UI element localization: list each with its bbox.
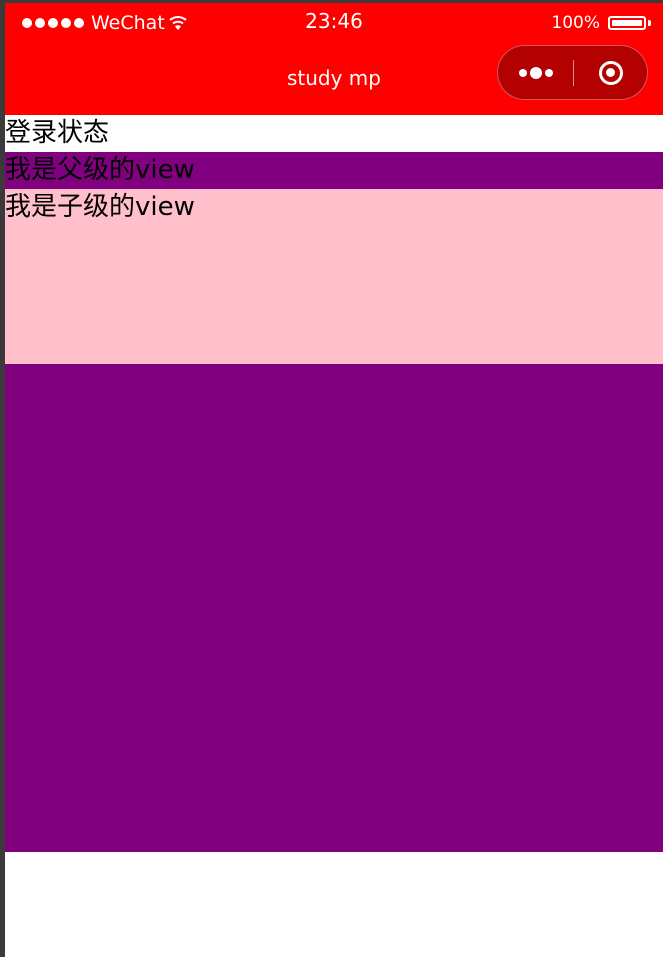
battery-cap <box>648 20 651 26</box>
parent-view-text: 我是父级的view <box>5 155 195 185</box>
battery-percent: 100% <box>551 13 600 33</box>
target-close-icon[interactable] <box>574 46 647 99</box>
parent-view: 我是父级的view 我是子级的view <box>5 152 663 852</box>
child-view-text: 我是子级的view <box>5 192 195 222</box>
menu-capsule <box>497 45 648 100</box>
nav-bar: WeChat 23:46 100% study mp <box>5 3 663 115</box>
child-view: 我是子级的view <box>5 189 663 364</box>
page-content: 登录状态 我是父级的view 我是子级的view <box>5 115 663 852</box>
phone-screen: WeChat 23:46 100% study mp 登录状态 我是父级的vie… <box>5 3 663 957</box>
battery-icon <box>608 16 646 30</box>
login-status-text: 登录状态 <box>5 115 663 152</box>
battery-indicator: 100% <box>551 13 651 33</box>
more-dots-icon[interactable] <box>498 46 573 99</box>
